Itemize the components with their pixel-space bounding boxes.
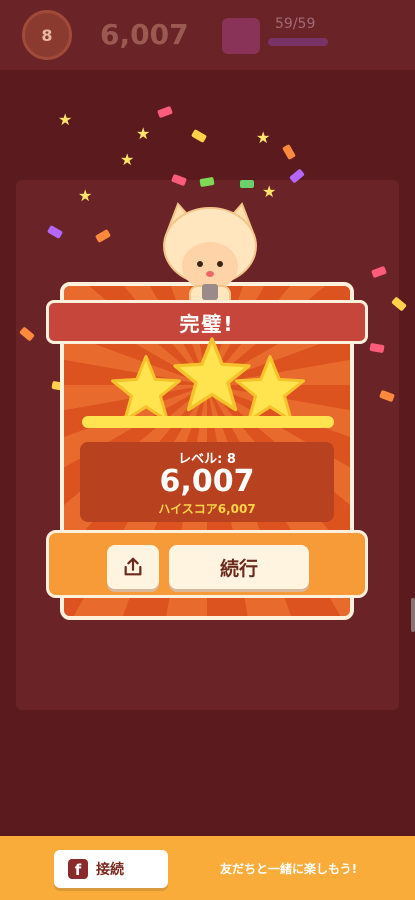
- score-box: レベル: 8 6,007 ハイスコア6,007: [80, 442, 334, 522]
- sparkle-star-icon: ★: [262, 182, 277, 201]
- sparkle-star-icon: ★: [78, 186, 93, 205]
- facebook-connect-button[interactable]: f 接続: [54, 850, 168, 888]
- result-title: 完璧!: [179, 311, 235, 336]
- moves-bar: [268, 38, 328, 46]
- star-progress-bar: [82, 416, 334, 428]
- hud-score: 6,007: [100, 18, 189, 51]
- footer-message: 友だちと一緒に楽しもう!: [220, 862, 358, 876]
- sparkle-star-icon: ★: [58, 110, 73, 129]
- hud-moves: 59/59: [275, 16, 316, 32]
- sparkle-star-icon: ★: [256, 128, 271, 147]
- confetti-piece: [157, 105, 173, 119]
- continue-button[interactable]: 続行: [169, 545, 309, 589]
- high-score-label: ハイスコア6,007: [158, 502, 256, 516]
- confetti-piece: [240, 180, 254, 188]
- action-bar: 続行: [46, 530, 368, 598]
- facebook-icon: f: [68, 859, 88, 879]
- cat-mascot: [163, 202, 257, 309]
- scrollbar[interactable]: [411, 598, 415, 632]
- share-icon: [124, 557, 142, 576]
- moves-box-icon: [222, 18, 260, 54]
- hud-level-number: 8: [41, 25, 53, 45]
- confetti-piece: [282, 143, 296, 161]
- confetti-piece: [190, 129, 208, 143]
- sparkle-star-icon: ★: [136, 124, 151, 143]
- footer-bar: f 接続 友だちと一緒に楽しもう!: [0, 836, 415, 900]
- connect-label: 接続: [96, 862, 124, 878]
- sparkle-star-icon: ★: [120, 150, 135, 169]
- share-button[interactable]: [107, 545, 159, 589]
- level-badge: 8: [22, 10, 72, 60]
- score-value: 6,007: [159, 464, 255, 499]
- top-hud: 8 6,007 59/59: [0, 0, 415, 70]
